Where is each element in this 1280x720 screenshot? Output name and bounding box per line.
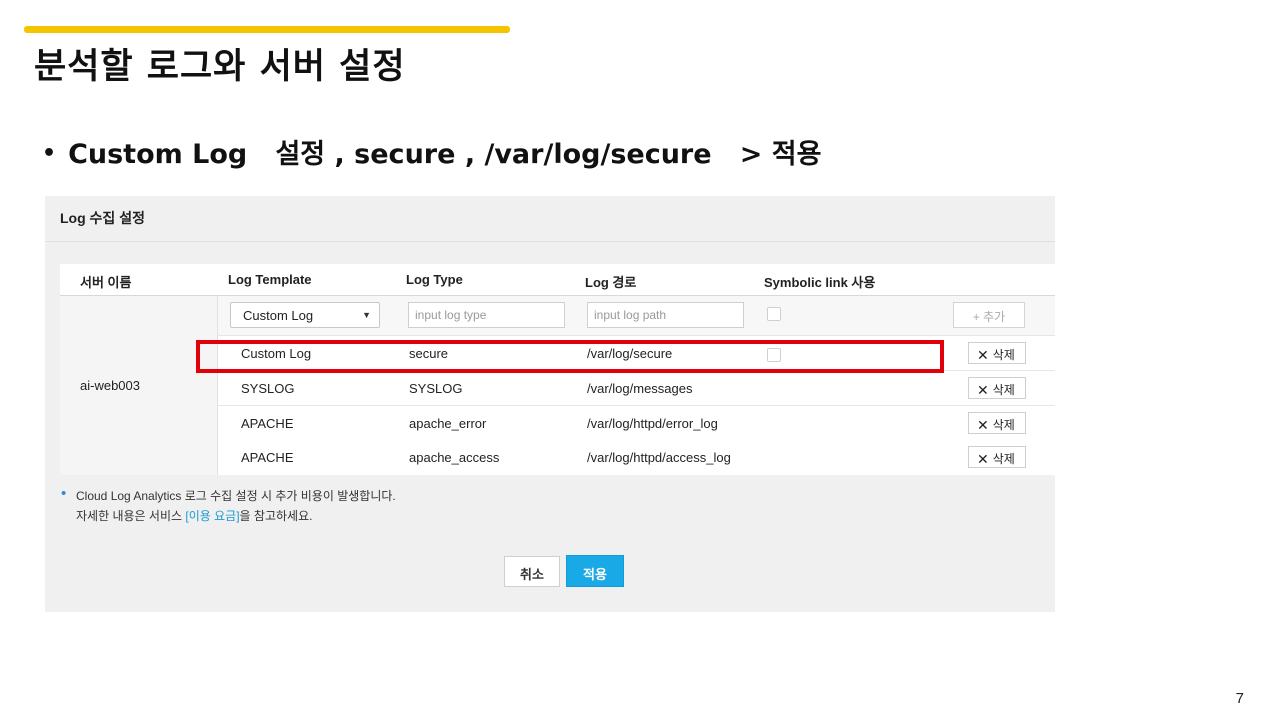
log-template-select[interactable]: Custom Log ▼ xyxy=(230,302,380,328)
server-name: ai-web003 xyxy=(80,378,140,393)
row-template: APACHE xyxy=(241,416,294,431)
notice-line-2: 자세한 내용은 서비스 [이용 요금]을 참고하세요. xyxy=(76,506,396,526)
add-button[interactable]: + 추가 xyxy=(953,302,1025,328)
delete-button[interactable]: ✕ 삭제 xyxy=(968,377,1026,399)
log-type-input[interactable]: input log type xyxy=(408,302,565,328)
apply-button[interactable]: 적용 xyxy=(566,555,624,587)
cancel-button[interactable]: 취소 xyxy=(504,556,560,587)
col-server-name: 서버 이름 xyxy=(80,275,132,290)
close-icon: ✕ xyxy=(977,347,989,363)
pricing-link[interactable]: [이용 요금] xyxy=(185,509,239,523)
row-type: SYSLOG xyxy=(409,381,463,396)
delete-button-label: 삭제 xyxy=(992,383,1015,397)
row-template: APACHE xyxy=(241,450,294,465)
caret-down-icon: ▼ xyxy=(362,310,371,320)
plus-icon: + xyxy=(972,310,984,324)
delete-button-label: 삭제 xyxy=(992,418,1015,432)
log-row: SYSLOG SYSLOG /var/log/messages ✕ 삭제 xyxy=(218,371,1055,406)
delete-button-label: 삭제 xyxy=(992,452,1015,466)
row-path: /var/log/httpd/access_log xyxy=(587,450,731,465)
row-type: apache_error xyxy=(409,416,487,431)
log-row: APACHE apache_access /var/log/httpd/acce… xyxy=(218,440,1055,475)
notice-line-1: Cloud Log Analytics 로그 수집 설정 시 추가 비용이 발생… xyxy=(76,489,396,503)
instruction-text: Custom Log 설정 , secure , /var/log/secure… xyxy=(68,139,822,170)
close-icon: ✕ xyxy=(977,417,989,433)
close-icon: ✕ xyxy=(977,382,989,398)
row-path: /var/log/messages xyxy=(587,381,693,396)
delete-button[interactable]: ✕ 삭제 xyxy=(968,412,1026,434)
row-path: /var/log/httpd/error_log xyxy=(587,416,718,431)
col-log-template: Log Template xyxy=(228,272,312,287)
log-row: APACHE apache_error /var/log/httpd/error… xyxy=(218,406,1055,441)
add-button-label: 추가 xyxy=(983,310,1006,324)
col-log-type: Log Type xyxy=(406,272,463,287)
info-dot-icon: • xyxy=(61,485,67,502)
panel-title: Log 수집 설정 xyxy=(45,196,1055,242)
highlight-box xyxy=(196,340,944,373)
instruction-bullet: • Custom Log 설정 , secure , /var/log/secur… xyxy=(42,132,821,171)
row-template: SYSLOG xyxy=(241,381,295,396)
col-symbolic-link: Symbolic link 사용 xyxy=(764,275,876,290)
delete-button[interactable]: ✕ 삭제 xyxy=(968,342,1026,364)
title-accent-bar xyxy=(24,26,510,33)
bullet-dot: • xyxy=(42,141,57,166)
log-collection-panel: Log 수집 설정 서버 이름 Log Template Log Type Lo… xyxy=(45,196,1055,612)
cost-notice: • Cloud Log Analytics 로그 수집 설정 시 추가 비용이 … xyxy=(61,485,396,526)
slide-title: 분석할 로그와 서버 설정 xyxy=(34,47,406,87)
symbolic-link-checkbox[interactable] xyxy=(767,307,781,321)
row-type: apache_access xyxy=(409,450,500,465)
log-template-select-value: Custom Log xyxy=(243,308,314,323)
col-log-path: Log 경로 xyxy=(585,275,637,290)
page-number: 7 xyxy=(1235,690,1244,707)
delete-button-label: 삭제 xyxy=(992,348,1015,362)
log-path-input[interactable]: input log path xyxy=(587,302,744,328)
input-row: Custom Log ▼ input log type input log pa… xyxy=(218,296,1055,336)
server-cell: ai-web003 xyxy=(60,296,218,475)
table-header: 서버 이름 Log Template Log Type Log 경로 Symbo… xyxy=(60,264,1055,296)
notice-line-2-before: 자세한 내용은 서비스 xyxy=(76,509,186,523)
close-icon: ✕ xyxy=(977,451,989,467)
delete-button[interactable]: ✕ 삭제 xyxy=(968,446,1026,468)
notice-line-2-after: 을 참고하세요. xyxy=(239,509,313,523)
